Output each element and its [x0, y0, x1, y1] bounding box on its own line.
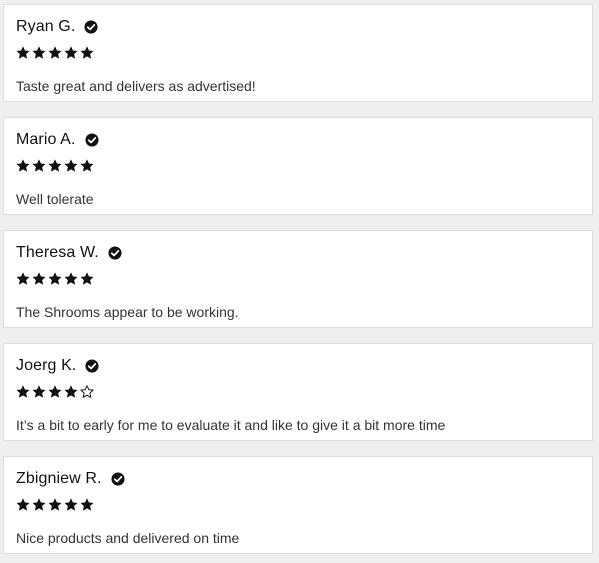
- star-rating: [16, 159, 94, 175]
- star-filled-icon: [16, 159, 30, 173]
- review-card: Mario A. Well tolerate: [3, 117, 593, 215]
- star-filled-icon: [16, 385, 30, 399]
- review-text: Well tolerate: [16, 191, 94, 207]
- star-filled-icon: [80, 498, 94, 512]
- star-filled-icon: [64, 498, 78, 512]
- star-filled-icon: [32, 385, 46, 399]
- reviewer-name: Theresa W.: [16, 244, 99, 261]
- star-filled-icon: [48, 46, 62, 60]
- star-filled-icon: [64, 272, 78, 286]
- review-card: Theresa W. The Shrooms appear to be work…: [3, 230, 593, 328]
- review-card: Joerg K. It’s a bit to early for me to e…: [3, 343, 593, 441]
- star-rating: [16, 46, 94, 62]
- review-header: Mario A.: [16, 130, 99, 150]
- review-text: The Shrooms appear to be working.: [16, 304, 239, 320]
- review-header: Joerg K.: [16, 356, 99, 376]
- review-card: Ryan G. Taste great and delivers as adve…: [3, 4, 593, 102]
- reviews-list: Ryan G. Taste great and delivers as adve…: [0, 0, 599, 563]
- star-filled-icon: [64, 385, 78, 399]
- review-card: Zbigniew R. Nice products and delivered …: [3, 456, 593, 554]
- star-filled-icon: [48, 272, 62, 286]
- star-rating: [16, 272, 94, 288]
- review-header: Theresa W.: [16, 243, 122, 263]
- review-header: Zbigniew R.: [16, 469, 125, 489]
- review-text: Taste great and delivers as advertised!: [16, 78, 256, 94]
- star-rating: [16, 385, 94, 401]
- star-filled-icon: [80, 159, 94, 173]
- star-filled-icon: [32, 498, 46, 512]
- star-filled-icon: [16, 46, 30, 60]
- review-header: Ryan G.: [16, 17, 98, 37]
- reviewer-name: Mario A.: [16, 131, 76, 148]
- review-text: Nice products and delivered on time: [16, 530, 240, 546]
- star-filled-icon: [64, 159, 78, 173]
- star-empty-icon: [80, 385, 94, 399]
- verified-check-icon: [108, 246, 122, 260]
- star-filled-icon: [80, 272, 94, 286]
- review-text: It’s a bit to early for me to evaluate i…: [16, 417, 446, 433]
- reviewer-name: Joerg K.: [16, 357, 77, 374]
- star-filled-icon: [48, 159, 62, 173]
- reviewer-name: Zbigniew R.: [16, 470, 102, 487]
- verified-check-icon: [111, 472, 125, 486]
- star-filled-icon: [32, 272, 46, 286]
- star-filled-icon: [48, 385, 62, 399]
- star-filled-icon: [16, 498, 30, 512]
- star-filled-icon: [32, 159, 46, 173]
- star-rating: [16, 498, 94, 514]
- reviewer-name: Ryan G.: [16, 18, 76, 35]
- verified-check-icon: [84, 20, 98, 34]
- star-filled-icon: [16, 272, 30, 286]
- star-filled-icon: [80, 46, 94, 60]
- star-filled-icon: [32, 46, 46, 60]
- verified-check-icon: [85, 359, 99, 373]
- verified-check-icon: [84, 133, 99, 147]
- star-filled-icon: [48, 498, 62, 512]
- star-filled-icon: [64, 46, 78, 60]
